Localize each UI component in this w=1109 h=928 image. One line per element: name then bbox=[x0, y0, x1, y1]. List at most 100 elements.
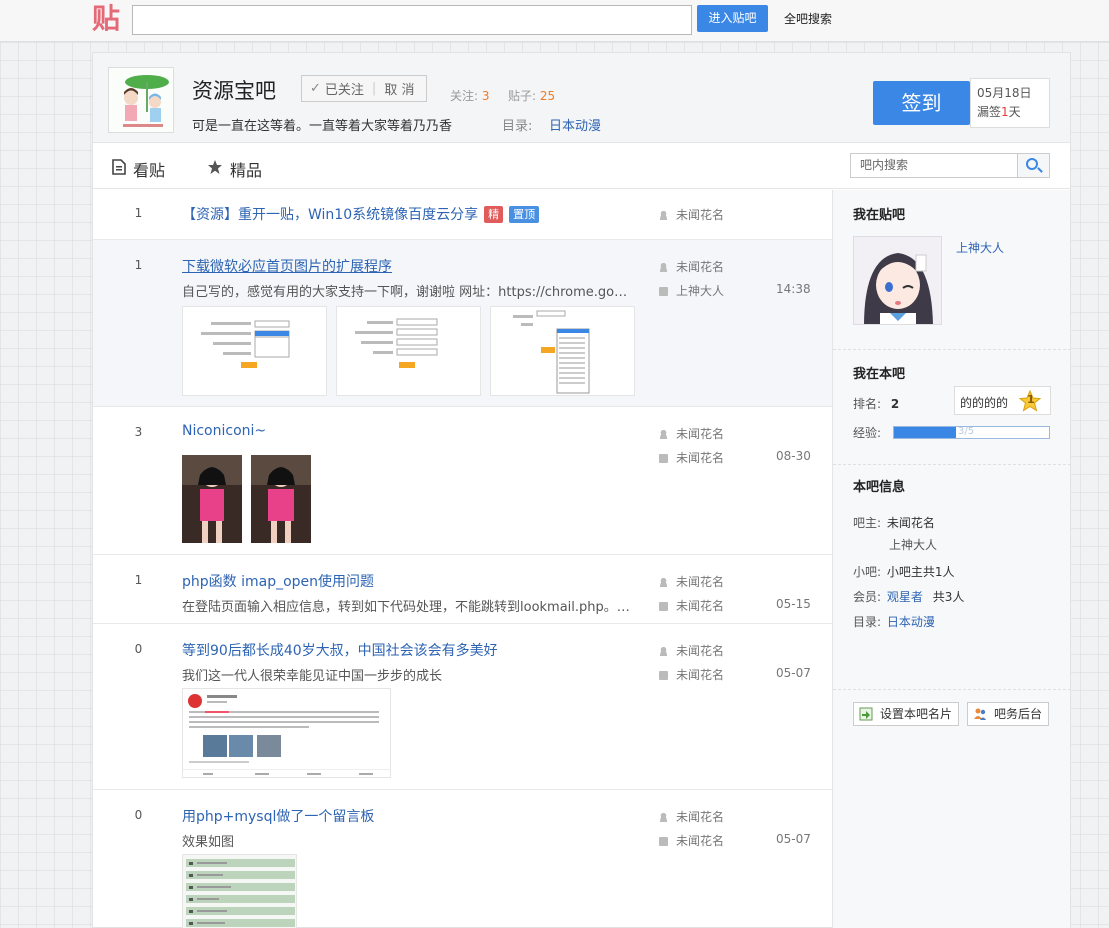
forum-info-section: 本吧信息 吧主: 未闻花名 上神大人 小吧: 小吧主共1人 会员: 观星者 共3… bbox=[833, 465, 1071, 690]
thread-thumbnail[interactable] bbox=[336, 306, 481, 396]
divider: | bbox=[371, 81, 377, 96]
tieba-logo[interactable]: 贴 bbox=[92, 2, 120, 36]
forum-info-title: 本吧信息 bbox=[853, 480, 906, 495]
sign-date: 05月18日 bbox=[977, 86, 1032, 100]
user-icon bbox=[659, 813, 668, 822]
thread-row[interactable]: 1 【资源】重开一贴，Win10系统镜像百度云分享精置顶 未闻花名 bbox=[93, 190, 832, 240]
last-reply-name[interactable]: 上神大人 bbox=[676, 284, 724, 298]
username-link[interactable]: 上神大人 bbox=[956, 239, 1004, 256]
reply-count: 1 bbox=[134, 258, 143, 272]
user-avatar[interactable] bbox=[853, 236, 942, 325]
exp-progress-bar: 3/5 bbox=[893, 426, 1050, 439]
small-owner-row: 小吧: 小吧主共1人 bbox=[853, 563, 955, 580]
level-badge[interactable]: 的的的的 1 bbox=[954, 386, 1051, 415]
thread-title[interactable]: 等到90后都长成40岁大叔，中国社会该会有多美好 bbox=[182, 640, 498, 660]
post-count: 25 bbox=[539, 89, 556, 103]
last-reply-user[interactable]: 未闻花名 bbox=[659, 832, 724, 849]
thread-abstract: 自己写的，感觉有用的大家支持一下啊，谢谢啦 网址：https://chrome.… bbox=[182, 285, 632, 300]
my-tieba-title: 我在贴吧 bbox=[853, 208, 906, 223]
directory-link[interactable]: 日本动漫 bbox=[549, 115, 601, 134]
thread-title[interactable]: Niconiconi~ bbox=[182, 423, 266, 439]
thread-title-text[interactable]: 【资源】重开一贴，Win10系统镜像百度云分享 bbox=[182, 207, 478, 223]
card-edit-icon bbox=[859, 707, 873, 721]
thread-author[interactable]: 未闻花名 bbox=[659, 258, 724, 275]
all-forum-search-link[interactable]: 全吧搜索 bbox=[784, 10, 832, 27]
dir-link[interactable]: 日本动漫 bbox=[887, 615, 935, 629]
followed-label: 已关注 bbox=[324, 83, 364, 98]
forum-card: 资源宝吧 ✓ 已关注 | 取 消 关注: 3 贴子: 25 可是一直在这等着。一… bbox=[92, 52, 1071, 928]
small-owner-value[interactable]: 小吧主共1人 bbox=[887, 565, 955, 579]
thread-title[interactable]: 用php+mysql做了一个留言板 bbox=[182, 806, 374, 826]
thread-author[interactable]: 未闻花名 bbox=[659, 642, 724, 659]
reply-icon bbox=[659, 602, 668, 611]
thread-thumbnail[interactable] bbox=[251, 455, 311, 543]
owner-name-2[interactable]: 上神大人 bbox=[889, 536, 937, 553]
follow-toggle[interactable]: ✓ 已关注 | 取 消 bbox=[301, 75, 427, 102]
thread-author[interactable]: 未闻花名 bbox=[659, 425, 724, 442]
photo-thumbnail bbox=[182, 455, 242, 543]
tab-threads[interactable]: 看贴 bbox=[112, 157, 165, 181]
user-icon bbox=[659, 211, 668, 220]
unfollow-button[interactable]: 取 消 bbox=[384, 79, 414, 98]
forum-avatar-image bbox=[109, 68, 173, 132]
set-card-button[interactable]: 设置本吧名片 bbox=[853, 702, 960, 726]
global-search-input[interactable] bbox=[132, 5, 692, 35]
author-name[interactable]: 未闻花名 bbox=[676, 260, 724, 274]
last-reply-name[interactable]: 未闻花名 bbox=[676, 834, 724, 848]
small-owner-label: 小吧: bbox=[853, 565, 882, 579]
user-icon bbox=[659, 430, 668, 439]
thread-thumbnail[interactable] bbox=[182, 688, 391, 778]
forum-avatar[interactable] bbox=[108, 67, 174, 133]
thread-row[interactable]: 1 php函数 imap_open使用问题 在登陆页面输入相应信息，转到如下代码… bbox=[93, 555, 832, 624]
follow-count-stat: 关注: 3 bbox=[450, 87, 490, 104]
thread-title[interactable]: 【资源】重开一贴，Win10系统镜像百度云分享精置顶 bbox=[182, 204, 540, 224]
sign-in-button[interactable]: 签到 bbox=[873, 81, 970, 125]
last-reply-name[interactable]: 未闻花名 bbox=[676, 599, 724, 613]
thread-thumbnail[interactable] bbox=[490, 306, 635, 396]
author-name[interactable]: 未闻花名 bbox=[676, 427, 724, 441]
enter-forum-button[interactable]: 进入贴吧 bbox=[697, 5, 768, 32]
thread-thumbnail[interactable] bbox=[182, 306, 327, 396]
sidebar: 我在贴吧 上神大人 我在本吧 排名: 2 的的的的 1 经验: 3/5 本吧信息… bbox=[832, 190, 1071, 928]
forum-admin-button[interactable]: 吧务后台 bbox=[967, 702, 1050, 726]
thread-row[interactable]: 1 下载微软必应首页图片的扩展程序 自己写的，感觉有用的大家支持一下啊，谢谢啦 … bbox=[93, 240, 832, 407]
author-name[interactable]: 未闻花名 bbox=[676, 208, 724, 222]
last-reply-user[interactable]: 未闻花名 bbox=[659, 597, 724, 614]
pinned-badge: 置顶 bbox=[509, 206, 540, 223]
last-reply-user[interactable]: 上神大人 bbox=[659, 282, 724, 299]
last-reply-name[interactable]: 未闻花名 bbox=[676, 668, 724, 682]
last-reply-time: 05-07 bbox=[776, 666, 811, 680]
thread-author[interactable]: 未闻花名 bbox=[659, 573, 724, 590]
reply-count: 1 bbox=[134, 206, 143, 220]
thread-author[interactable]: 未闻花名 bbox=[659, 206, 724, 223]
last-reply-user[interactable]: 未闻花名 bbox=[659, 449, 724, 466]
forum-search-input[interactable]: 吧内搜索 bbox=[850, 153, 1018, 178]
rank-label: 排名: bbox=[853, 397, 882, 411]
thread-author[interactable]: 未闻花名 bbox=[659, 808, 724, 825]
author-name[interactable]: 未闻花名 bbox=[676, 644, 724, 658]
reply-count: 3 bbox=[134, 425, 143, 439]
thread-row[interactable]: 0 等到90后都长成40岁大叔，中国社会该会有多美好 我们这一代人很荣幸能见证中… bbox=[93, 624, 832, 790]
thread-thumbnail[interactable] bbox=[182, 854, 297, 928]
last-reply-user[interactable]: 未闻花名 bbox=[659, 666, 724, 683]
search-icon-handle bbox=[1037, 167, 1043, 173]
rank-row: 排名: 2 bbox=[853, 395, 899, 412]
thread-thumbnail[interactable] bbox=[182, 455, 242, 543]
dir-row: 目录: 日本动漫 bbox=[853, 613, 935, 630]
set-card-label: 设置本吧名片 bbox=[880, 707, 953, 721]
user-icon bbox=[659, 578, 668, 587]
last-reply-name[interactable]: 未闻花名 bbox=[676, 451, 724, 465]
owner-name[interactable]: 未闻花名 bbox=[887, 516, 935, 530]
missed-sign: 漏签1天 bbox=[977, 103, 1049, 122]
author-name[interactable]: 未闻花名 bbox=[676, 810, 724, 824]
author-name[interactable]: 未闻花名 bbox=[676, 575, 724, 589]
tab-featured[interactable]: 精品 bbox=[207, 157, 262, 181]
thread-row[interactable]: 0 用php+mysql做了一个留言板 效果如图 未闻花名 未闻花名 05-07 bbox=[93, 790, 832, 928]
thread-title[interactable]: php函数 imap_open使用问题 bbox=[182, 571, 374, 591]
member-name-link[interactable]: 观星者 bbox=[887, 590, 923, 604]
forum-search-button[interactable] bbox=[1018, 153, 1050, 178]
thread-row[interactable]: 3 Niconiconi~ 未闻花名 未闻花名 08-30 bbox=[93, 407, 832, 555]
screenshot-thumbnail bbox=[201, 320, 290, 368]
thread-title[interactable]: 下载微软必应首页图片的扩展程序 bbox=[182, 256, 392, 276]
directory-label: 目录: bbox=[502, 119, 533, 134]
